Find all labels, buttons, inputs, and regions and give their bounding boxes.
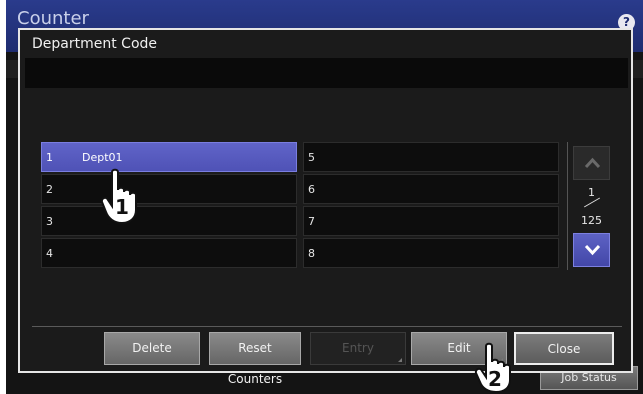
reset-counters-button[interactable]: Reset Counters	[209, 332, 301, 386]
step-number: 2	[488, 367, 502, 391]
step-number: 1	[115, 195, 129, 219]
hand-pointer-icon: 1	[100, 168, 137, 225]
close-button[interactable]: Close	[514, 332, 614, 365]
department-item[interactable]: 7	[303, 206, 559, 236]
scroll-divider	[567, 142, 568, 270]
department-number: 8	[308, 247, 315, 260]
dialog-info-band	[25, 58, 628, 88]
chevron-down-icon	[584, 244, 601, 256]
department-number: 7	[308, 215, 315, 228]
department-item[interactable]: 6	[303, 174, 559, 204]
department-number: 3	[46, 215, 53, 228]
page-current: 1	[588, 186, 595, 199]
department-number: 4	[46, 247, 53, 260]
department-item[interactable]: 5	[303, 142, 559, 172]
hand-pointer-icon: 2	[474, 342, 511, 394]
page-total: 125	[581, 214, 602, 227]
delete-button[interactable]: Delete	[104, 332, 200, 365]
app-title: Counter	[17, 8, 89, 29]
department-item[interactable]: 1 Dept01	[41, 142, 297, 172]
page-separator	[583, 197, 601, 208]
department-item[interactable]: 4	[41, 238, 297, 268]
department-name: Dept01	[82, 151, 123, 164]
entry-button[interactable]: Entry	[310, 332, 406, 365]
department-item[interactable]: 2	[41, 174, 297, 204]
entry-label: Entry	[342, 341, 374, 355]
department-item[interactable]: 3	[41, 206, 297, 236]
scroll-up-button[interactable]	[573, 146, 610, 180]
department-number: 6	[308, 183, 315, 196]
chevron-up-icon	[584, 157, 601, 169]
button-divider	[32, 326, 622, 327]
department-number: 5	[308, 151, 315, 164]
edit-label: Edit	[447, 341, 471, 355]
dialog-title: Department Code	[32, 36, 158, 52]
department-number: 2	[46, 183, 53, 196]
department-number: 1	[46, 151, 53, 164]
corner-marker-icon	[398, 358, 402, 362]
scroll-down-button[interactable]	[573, 233, 610, 267]
department-item[interactable]: 8	[303, 238, 559, 268]
